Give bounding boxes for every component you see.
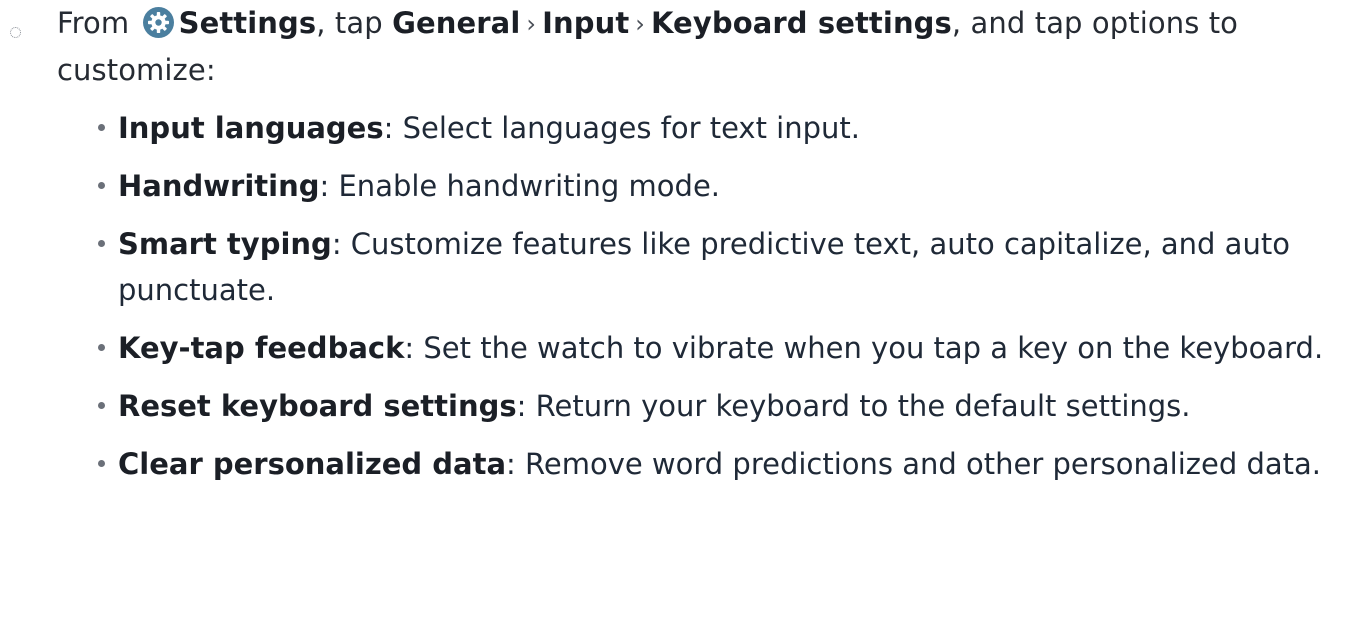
option-desc: : Return your keyboard to the default se…	[516, 389, 1191, 423]
option-term: Smart typing	[118, 227, 332, 261]
option-term: Key-tap feedback	[118, 331, 405, 365]
option-term: Input languages	[118, 111, 384, 145]
step-text: From Settings, tap General › Input › Keyboar…	[57, 0, 1332, 93]
bullet-icon	[98, 344, 105, 351]
chevron-right-icon: ›	[635, 10, 645, 38]
path-input: Input	[542, 6, 630, 40]
list-item-clear-personalized-data: Clear personalized data: Remove word pre…	[98, 441, 1338, 487]
path-keyboard-settings: Keyboard settings	[651, 6, 952, 40]
list-item-reset-keyboard-settings: Reset keyboard settings: Return your key…	[98, 383, 1338, 429]
chevron-right-icon: ›	[526, 10, 537, 38]
option-term: Handwriting	[118, 169, 320, 203]
bullet-icon	[98, 460, 105, 467]
bullet-icon	[98, 402, 105, 409]
list-item-handwriting: Handwriting: Enable handwriting mode.	[98, 163, 1338, 209]
settings-gear-icon	[142, 7, 174, 38]
list-item-key-tap-feedback: Key-tap feedback: Set the watch to vibra…	[98, 325, 1338, 371]
path-general: General	[392, 6, 521, 40]
option-desc: : Set the watch to vibrate when you tap …	[404, 331, 1324, 365]
option-desc: : Select languages for text input.	[383, 111, 861, 145]
step-tap-text: , tap	[316, 6, 393, 40]
options-list: Input languages: Select languages for te…	[98, 105, 1338, 499]
option-desc: : Enable handwriting mode.	[319, 169, 721, 203]
option-desc: : Remove word predictions and other pers…	[506, 447, 1322, 481]
step-prefix: From	[57, 6, 139, 40]
list-item-smart-typing: Smart typing: Customize features like pr…	[98, 221, 1338, 313]
bullet-icon	[98, 182, 105, 189]
list-item-input-languages: Input languages: Select languages for te…	[98, 105, 1338, 151]
settings-label: Settings	[178, 6, 317, 40]
step-bullet-icon	[10, 27, 21, 38]
option-term: Clear personalized data	[118, 447, 507, 481]
bullet-icon	[98, 124, 105, 131]
option-term: Reset keyboard settings	[118, 389, 517, 423]
bullet-icon	[98, 240, 105, 247]
